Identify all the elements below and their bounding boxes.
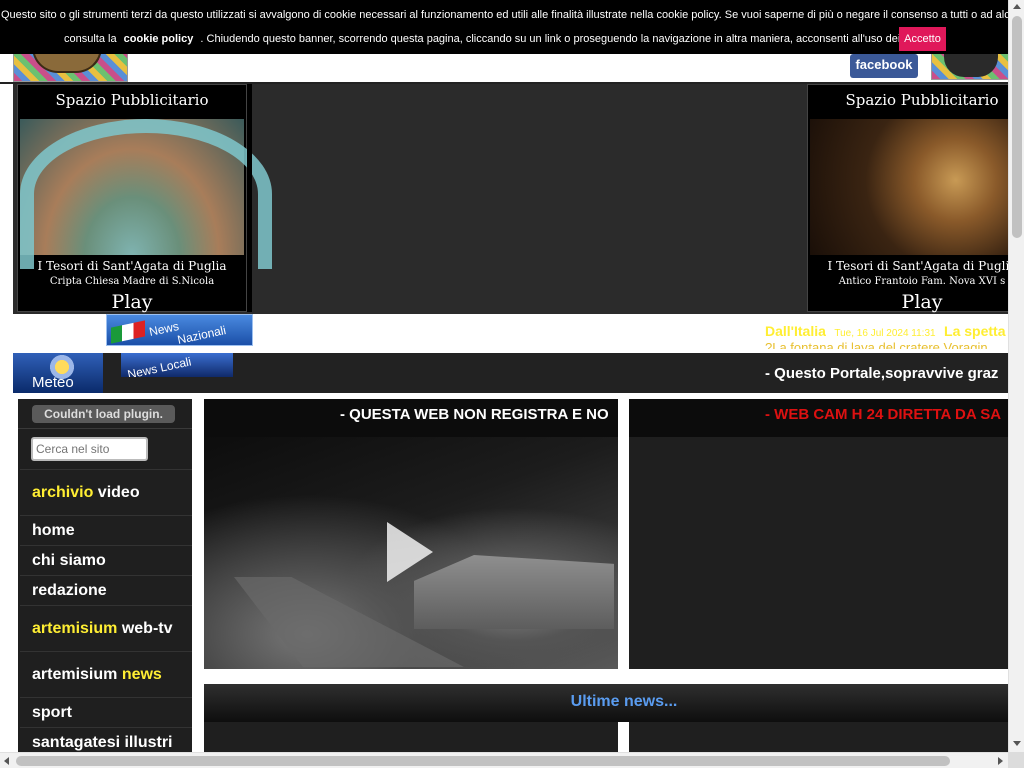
menu-label: artemisium xyxy=(32,620,118,637)
ultime-news-title[interactable]: Ultime news... xyxy=(204,693,1008,711)
ultime-news-header: Ultime news... xyxy=(204,684,1008,722)
local-ticker[interactable]: - Questo Portale,sopravvive graz xyxy=(765,365,1008,382)
webcam-building xyxy=(414,555,614,629)
menu-label: chi siamo xyxy=(32,552,106,569)
scroll-up-icon[interactable] xyxy=(1013,4,1021,9)
webcam-panel-right: - WEB CAM H 24 DIRETTA DA SA xyxy=(629,399,1008,669)
sidebar-item-redazione[interactable]: redazione xyxy=(20,575,192,605)
news-nazionali-label2: Nazionali xyxy=(176,323,228,346)
ad-subcaption: Antico Frantoio Fam. Nova XVI s xyxy=(838,276,1006,287)
meteo-label: Meteo xyxy=(32,374,74,391)
horizontal-scrollbar[interactable] xyxy=(0,752,1008,768)
cookie-text-prefix: consulta la xyxy=(64,33,117,45)
vertical-scrollbar[interactable] xyxy=(1008,0,1024,752)
ticker-headline[interactable]: La spetta xyxy=(944,323,1005,339)
sidebar-item-chi-siamo[interactable]: chi siamo xyxy=(20,545,192,575)
sidebar-item-sport[interactable]: sport xyxy=(20,697,192,727)
scrollbar-thumb[interactable] xyxy=(1012,16,1022,238)
news-locali-button[interactable]: News Locali xyxy=(121,353,233,377)
site-header: facebook xyxy=(0,46,1008,84)
menu-label-suffix: news xyxy=(121,666,162,683)
ad-banner-left[interactable]: Spazio Pubblicitario I Tesori di Sant'Ag… xyxy=(17,84,272,313)
sidebar-item-home[interactable]: home xyxy=(20,515,192,545)
cookie-text-suffix: . Chiudendo questo banner, scorrendo que… xyxy=(200,33,936,45)
search-input[interactable] xyxy=(31,437,148,461)
scroll-down-icon[interactable] xyxy=(1013,741,1021,746)
sidebar: Couldn't load plugin. archivio video hom… xyxy=(18,399,192,752)
menu-label: home xyxy=(32,522,75,539)
scroll-right-icon[interactable] xyxy=(998,757,1003,765)
ticker-date: Tue, 16 Jul 2024 11:31 xyxy=(834,328,936,339)
ad-image-crypt xyxy=(20,119,272,269)
sidebar-item-artemisium-web-tv[interactable]: artemisium web-tv xyxy=(20,605,192,651)
sidebar-divider xyxy=(18,428,192,429)
ad-play-label[interactable]: Play xyxy=(18,291,246,313)
menu-label: artemisium xyxy=(32,666,122,683)
panel-title: - WEB CAM H 24 DIRETTA DA SA xyxy=(765,406,1002,423)
menu-label: archivio xyxy=(32,484,94,501)
browser-viewport: Questo sito o gli strumenti terzi da que… xyxy=(0,0,1008,752)
ad-caption: I Tesori di Sant'Agata di Puglia xyxy=(37,259,227,273)
news-locali-label: News Locali xyxy=(126,354,193,377)
news-column-left xyxy=(204,722,618,752)
meteo-button[interactable]: Meteo xyxy=(13,353,103,393)
ticker-source-label: Dall'Italia xyxy=(765,323,826,339)
menu-label: santagatesi illustri xyxy=(32,734,173,751)
cookie-banner: Questo sito o gli strumenti terzi da que… xyxy=(0,0,1008,54)
ad-caption: I Tesori di Sant'Agata di Puglia xyxy=(827,259,1009,273)
sidebar-item-santagatesi-illustri[interactable]: santagatesi illustri xyxy=(20,727,192,752)
ad-title: Spazio Pubblicitario xyxy=(55,91,209,109)
plugin-error-notice: Couldn't load plugin. xyxy=(32,405,175,423)
cookie-text-line1: Questo sito o gli strumenti terzi da que… xyxy=(1,9,1008,21)
menu-label-suffix: video xyxy=(93,484,140,501)
news-column-right xyxy=(629,722,1008,752)
sidebar-item-archivio-video[interactable]: archivio video xyxy=(20,469,192,515)
scrollbar-thumb[interactable] xyxy=(16,756,950,766)
play-icon[interactable] xyxy=(387,522,433,582)
ad-divider xyxy=(247,84,252,312)
ad-title: Spazio Pubblicitario xyxy=(845,91,999,109)
facebook-button[interactable]: facebook xyxy=(850,54,918,78)
advertising-band: Spazio Pubblicitario I Tesori di Sant'Ag… xyxy=(13,84,1008,314)
italy-flag-icon xyxy=(111,320,145,344)
panel-title: - QUESTA WEB NON REGISTRA E NO xyxy=(340,406,609,423)
ad-image-frantoio xyxy=(810,119,1008,255)
news-ticker-italia[interactable]: Dall'Italia Tue, 16 Jul 2024 11:31 La sp… xyxy=(765,323,1008,349)
cookie-policy-link[interactable]: cookie policy xyxy=(124,33,194,45)
news-nazionali-button[interactable]: News Nazionali xyxy=(106,314,253,346)
scroll-left-icon[interactable] xyxy=(4,757,9,765)
ad-subcaption: Cripta Chiesa Madre di S.Nicola xyxy=(49,276,215,287)
webcam-panel-left: - QUESTA WEB NON REGISTRA E NO xyxy=(204,399,618,669)
scrollbar-corner xyxy=(1008,752,1024,768)
menu-label-suffix: web-tv xyxy=(117,620,173,637)
ticker-headline-line2[interactable]: ?La fontana di lava del cratere Voragin xyxy=(765,340,988,349)
menu-label: redazione xyxy=(32,582,107,599)
accept-cookies-button[interactable]: Accetto xyxy=(899,27,946,51)
news-nazionali-label: News xyxy=(147,319,181,339)
local-news-band: Meteo News Locali - Questo Portale,sopra… xyxy=(13,353,1008,393)
ad-banner-right[interactable]: Spazio Pubblicitario I Tesori di Sant'Ag… xyxy=(807,84,1009,313)
menu-label: sport xyxy=(32,704,72,721)
ad-play-label[interactable]: Play xyxy=(808,291,1008,313)
cookie-text-line2: consulta la cookie policy . Chiudendo qu… xyxy=(64,33,935,45)
sidebar-item-artemisium-news[interactable]: artemisium news xyxy=(20,651,192,697)
